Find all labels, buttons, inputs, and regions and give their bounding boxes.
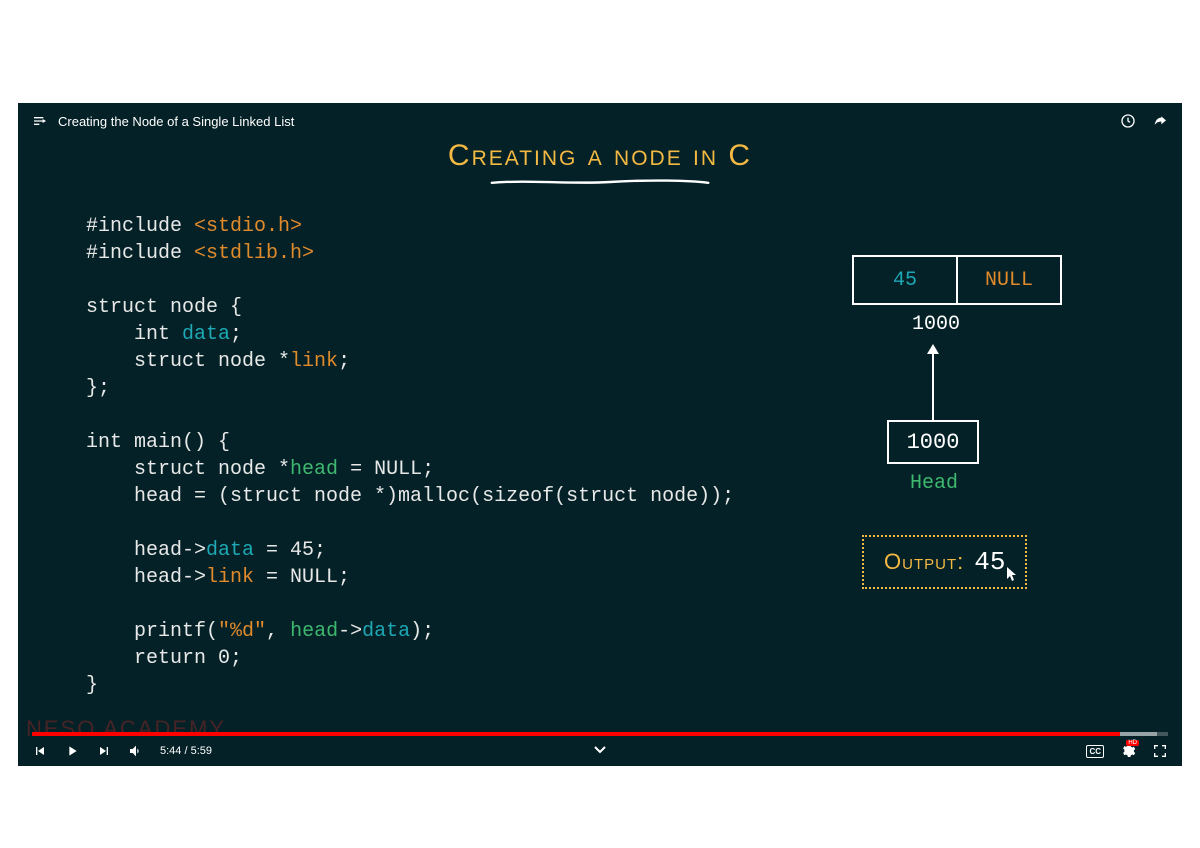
captions-button[interactable]: CC — [1086, 745, 1104, 758]
code-text: = NULL; — [338, 458, 434, 481]
code-text: ); — [410, 620, 434, 643]
code-text: } — [86, 674, 98, 697]
next-button[interactable] — [96, 743, 112, 759]
node-address: 1000 — [912, 313, 1132, 336]
code-text: head-> — [86, 539, 206, 562]
code-text: #include — [86, 215, 194, 238]
video-title[interactable]: Creating the Node of a Single Linked Lis… — [58, 114, 294, 129]
time-display: 5:44 / 5:59 — [160, 745, 212, 757]
code-text: printf( — [86, 620, 218, 643]
head-pointer-box: 1000 — [887, 420, 979, 464]
controls-left: 5:44 / 5:59 — [32, 743, 212, 759]
code-block: #include <stdio.h> #include <stdlib.h> s… — [86, 213, 832, 699]
slide-content: #include <stdio.h> #include <stdlib.h> s… — [18, 191, 1182, 699]
head-label: Head — [910, 472, 1132, 495]
diagram: 45 NULL 1000 1000 Head Output: 45 — [832, 213, 1132, 699]
slide-heading-wrap: Creating a node in C — [18, 139, 1182, 191]
code-text: ; — [230, 323, 242, 346]
share-icon[interactable] — [1152, 113, 1168, 129]
code-var-head: head — [290, 620, 338, 643]
volume-button[interactable] — [128, 743, 144, 759]
watch-later-icon[interactable] — [1120, 113, 1136, 129]
code-include: <stdlib.h> — [194, 242, 314, 265]
code-string: "%d" — [218, 620, 266, 643]
pointer-arrow — [932, 342, 1132, 420]
code-field-link: link — [290, 350, 338, 373]
code-text: int main() { — [86, 431, 230, 454]
code-text: }; — [86, 377, 110, 400]
code-field-data: data — [206, 539, 254, 562]
node-box: 45 NULL — [852, 255, 1062, 305]
time-total: 5:59 — [191, 745, 212, 757]
output-label: Output: — [884, 549, 964, 575]
video-header-left: Creating the Node of a Single Linked Lis… — [32, 113, 294, 129]
code-text: int — [86, 323, 182, 346]
code-text: ; — [338, 350, 350, 373]
previous-button[interactable] — [32, 743, 48, 759]
code-text: return 0; — [86, 647, 242, 670]
player-controls: 5:44 / 5:59 CC HD — [18, 736, 1182, 766]
fullscreen-button[interactable] — [1152, 743, 1168, 759]
code-text: struct node { — [86, 296, 242, 319]
video-header: Creating the Node of a Single Linked Lis… — [18, 103, 1182, 135]
cursor-icon — [1005, 566, 1019, 589]
code-field-data: data — [362, 620, 410, 643]
controls-right: CC HD — [1086, 743, 1168, 759]
heading-underline — [490, 178, 710, 186]
hd-badge: HD — [1126, 740, 1139, 746]
play-button[interactable] — [64, 743, 80, 759]
output-value: 45 — [974, 547, 1005, 577]
settings-button[interactable]: HD — [1120, 743, 1136, 759]
code-text: -> — [338, 620, 362, 643]
code-text: #include — [86, 242, 194, 265]
code-text: struct node * — [86, 458, 290, 481]
code-field-link: link — [206, 566, 254, 589]
playlist-icon[interactable] — [32, 113, 48, 129]
code-text: = 45; — [254, 539, 326, 562]
output-box: Output: 45 — [862, 535, 1027, 589]
arrow-line — [932, 352, 934, 420]
video-header-right — [1120, 113, 1168, 129]
code-text: = NULL; — [254, 566, 350, 589]
code-text: struct node * — [86, 350, 290, 373]
node-link-cell: NULL — [958, 257, 1060, 303]
slide-heading: Creating a node in C — [18, 139, 1182, 173]
code-text: head-> — [86, 566, 206, 589]
node-data-cell: 45 — [854, 257, 958, 303]
code-include: <stdio.h> — [194, 215, 302, 238]
code-var-head: head — [290, 458, 338, 481]
video-player: Creating the Node of a Single Linked Lis… — [18, 103, 1182, 766]
code-field-data: data — [182, 323, 230, 346]
code-text: , — [266, 620, 290, 643]
code-text: head = (struct node *)malloc(sizeof(stru… — [86, 485, 734, 508]
time-current: 5:44 — [160, 745, 181, 757]
